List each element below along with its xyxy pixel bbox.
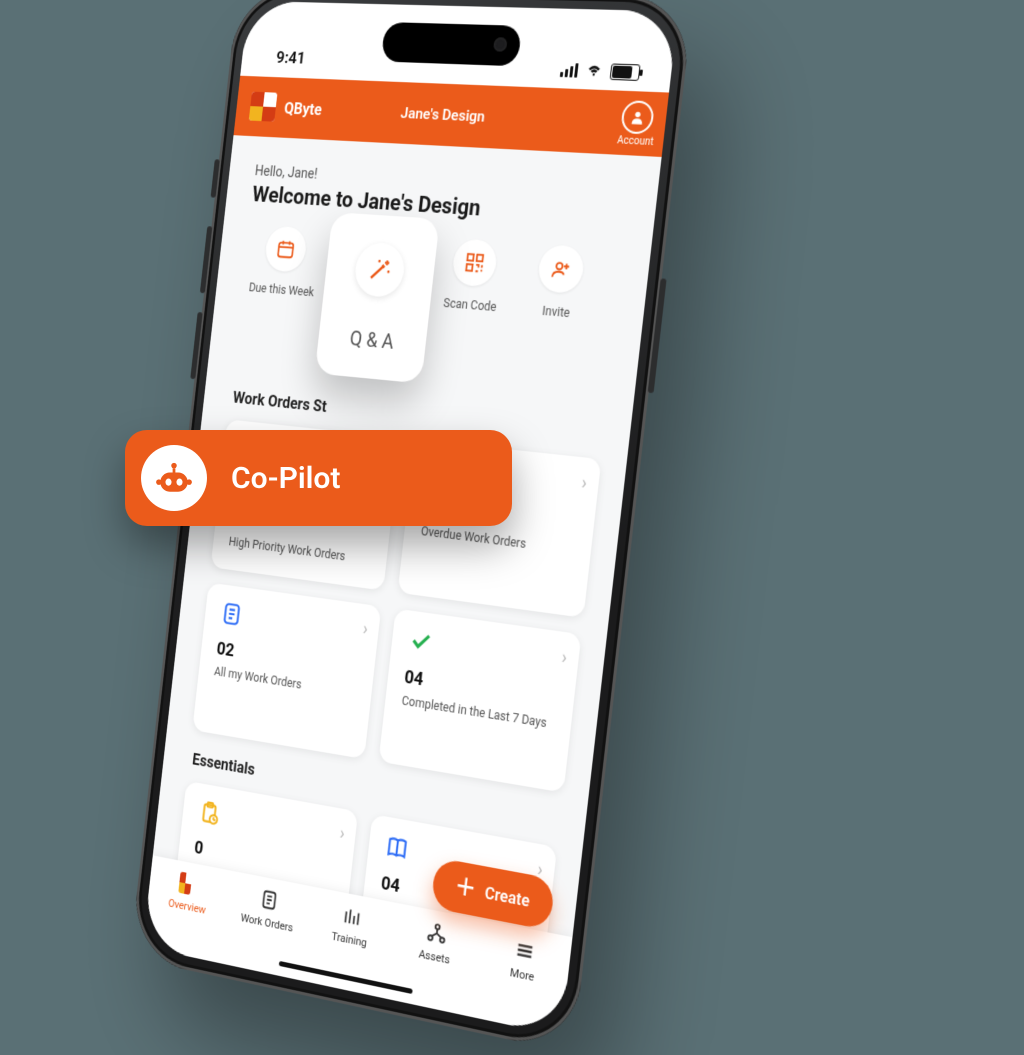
app-logo xyxy=(249,92,278,122)
quick-qa-card[interactable]: Q & A xyxy=(315,212,440,383)
chevron-right-icon: › xyxy=(362,618,369,639)
clipboard-clock-icon xyxy=(197,799,222,828)
dynamic-island xyxy=(381,22,522,66)
quick-scan-code[interactable]: Scan Code xyxy=(427,237,520,317)
robot-icon xyxy=(141,445,207,511)
list-icon xyxy=(219,600,244,628)
card-completed[interactable]: › 04 Completed in the Last 7 Days xyxy=(378,608,581,792)
phone-mockup: 9:41 QByte Jane's Design Account xyxy=(130,0,694,1053)
quick-actions-row: Due this Week Scan Code xyxy=(233,224,626,404)
battery-icon xyxy=(610,63,641,81)
wifi-icon xyxy=(585,64,604,79)
tab-assets[interactable]: Assets xyxy=(391,913,482,973)
quick-due-this-week[interactable]: Due this Week xyxy=(241,224,328,301)
chevron-right-icon: › xyxy=(561,646,569,668)
work-orders-icon xyxy=(258,886,281,914)
person-icon xyxy=(621,100,656,134)
check-icon xyxy=(407,627,434,656)
tab-more[interactable]: More xyxy=(477,930,571,991)
qr-icon xyxy=(451,238,499,287)
book-icon xyxy=(384,833,410,863)
overview-icon xyxy=(178,871,201,898)
org-name: Jane's Design xyxy=(400,104,486,126)
chevron-right-icon: › xyxy=(339,823,346,845)
home-indicator xyxy=(279,961,413,994)
invite-icon xyxy=(536,244,585,294)
quick-invite[interactable]: Invite xyxy=(512,243,608,324)
calendar-icon xyxy=(264,225,309,272)
cellular-icon xyxy=(560,63,579,78)
tab-training[interactable]: Training xyxy=(307,896,395,954)
tab-work-orders[interactable]: Work Orders xyxy=(226,880,312,937)
more-icon xyxy=(512,936,538,965)
chevron-right-icon: › xyxy=(581,472,589,494)
account-button[interactable]: Account xyxy=(617,100,659,148)
plus-icon: ＋ xyxy=(455,887,475,891)
tab-overview[interactable]: Overview xyxy=(147,865,230,921)
training-icon xyxy=(340,902,364,930)
clock: 9:41 xyxy=(275,48,306,68)
brand-name: QByte xyxy=(283,98,322,118)
card-all-my-wo[interactable]: › 02 All my Work Orders xyxy=(192,582,381,759)
copilot-label: Co-Pilot xyxy=(231,461,340,496)
assets-icon xyxy=(424,919,449,948)
magic-wand-icon xyxy=(353,241,407,298)
copilot-badge[interactable]: Co-Pilot xyxy=(125,430,512,526)
